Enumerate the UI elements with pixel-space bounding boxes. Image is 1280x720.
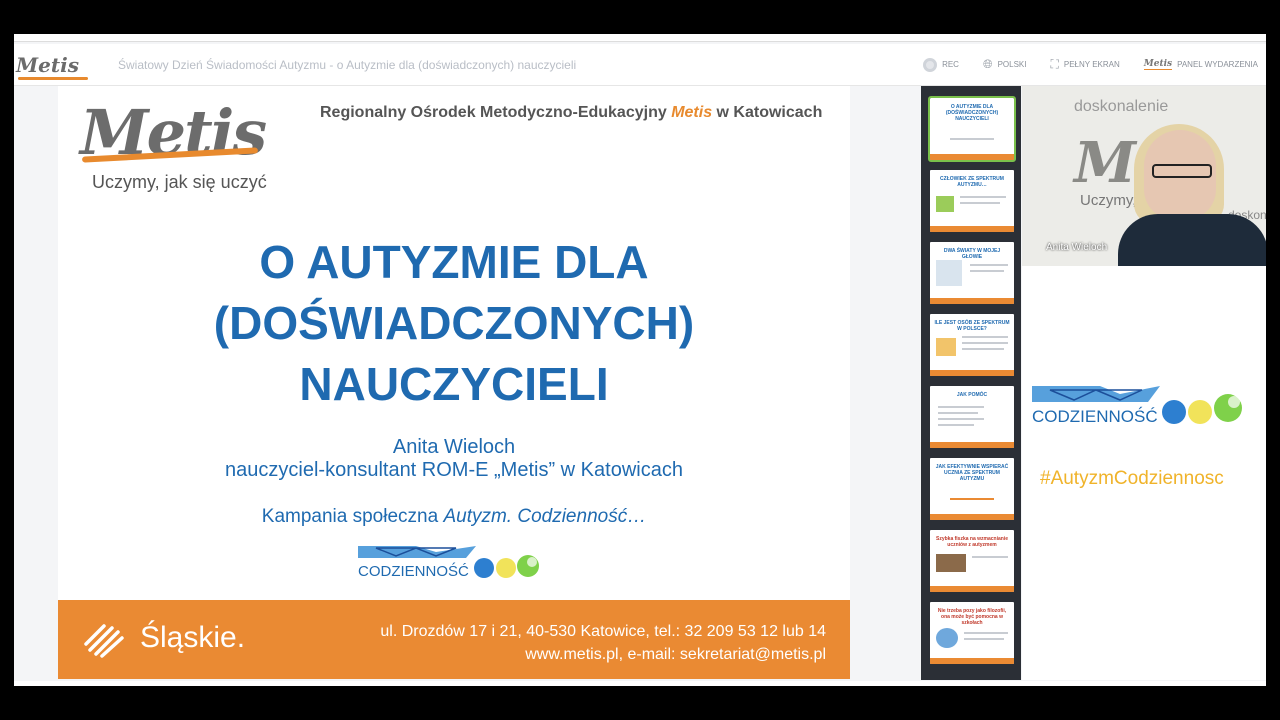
slide-campaign: Kampania społeczna Autyzm. Codzienność… — [58, 506, 850, 528]
fullscreen-label: PEŁNY EKRAN — [1063, 60, 1120, 69]
org-suffix: w Katowicach — [712, 104, 823, 121]
participant-video[interactable]: doskonalenie M Uczymy, j doskon Anita Wi… — [1022, 86, 1266, 266]
language-button[interactable]: 🌐︎ POLSKI — [983, 57, 1027, 72]
slide-author: Anita Wieloch nauczyciel-konsultant ROM-… — [58, 436, 850, 482]
metis-icon: Metis — [1143, 59, 1173, 70]
event-panel-label: PANEL WYDARZENIA — [1177, 60, 1258, 69]
org-brand: Metis — [671, 104, 713, 121]
rec-label: REC — [942, 60, 959, 69]
thumbnail-title: JAK POMÓC — [956, 392, 988, 398]
slide-thumbnail[interactable]: JAK POMÓC — [930, 386, 1014, 448]
slide-thumbnail[interactable]: ILE JEST OSÓB ZE SPEKTRUM W POLSCE? — [930, 314, 1014, 376]
thumbnail-title: JAK EFEKTYWNIE WSPIERAĆ UCZNIA ZE SPEKTR… — [935, 464, 1009, 482]
thumbnail-title: Nie trzeba pozy jako filozofii, ona może… — [937, 608, 1007, 626]
org-prefix: Regionalny Ośrodek Metodyczno-Edukacyjny — [320, 104, 672, 121]
event-panel-button[interactable]: Metis PANEL WYDARZENIA — [1143, 59, 1258, 70]
video-bg-word: doskonalenie — [1074, 98, 1169, 115]
video-bg-logo: M — [1074, 130, 1136, 196]
glasses — [1152, 164, 1212, 178]
slide-thumbnail[interactable]: O AUTYZMIE DLA (DOŚWIADCZONYCH) NAUCZYCI… — [928, 96, 1016, 162]
slide-thumbnail[interactable]: CZŁOWIEK ZE SPEKTRUM AUTYZMU… — [930, 170, 1014, 232]
author-name: Anita Wieloch — [392, 436, 516, 458]
campaign-prefix: Kampania społeczna — [261, 506, 444, 527]
title-line: (DOŚWIADCZONYCH) — [213, 297, 695, 349]
slide-thumbnail[interactable]: Szybka fiszka na wzmacnianie uczniów z a… — [930, 530, 1014, 592]
thumbnail-title: Szybka fiszka na wzmacnianie uczniów z a… — [936, 536, 1008, 548]
rec-toggle[interactable]: REC — [923, 57, 959, 72]
footer-contact: ul. Drozdów 17 i 21, 40-530 Katowice, te… — [380, 620, 826, 666]
event-header: Metis Światowy Dzień Świadomości Autyzmu… — [14, 44, 1266, 86]
fullscreen-button[interactable]: ⛶ PEŁNY EKRAN — [1050, 57, 1119, 72]
slide-footer: Śląskie. ul. Drozdów 17 i 21, 40-530 Kat… — [58, 600, 850, 679]
bottom-border — [14, 681, 1266, 686]
slide-thumbnail[interactable]: JAK EFEKTYWNIE WSPIERAĆ UCZNIA ZE SPEKTR… — [930, 458, 1014, 520]
campaign-sidebar-logo: CODZIENNOŚĆ — [1032, 386, 1242, 426]
thumbnail-title: DWA ŚWIATY W MOJEJ GŁOWIE — [943, 248, 1001, 260]
toggle-icon — [923, 57, 938, 72]
slaskie-brand: Śląskie. — [82, 618, 245, 658]
footer-web-email: www.metis.pl, e-mail: sekretariat@metis.… — [525, 646, 826, 663]
campaign-sidebar: CODZIENNOŚĆ #AutyzmCodziennosc — [1022, 266, 1266, 680]
language-label: POLSKI — [997, 60, 1027, 69]
author-role: nauczyciel-konsultant ROM-E „Metis” w Ka… — [225, 459, 683, 481]
slide-thumbnail[interactable]: DWA ŚWIATY W MOJEJ GŁOWIE — [930, 242, 1014, 304]
thumbnail-title: CZŁOWIEK ZE SPEKTRUM AUTYZMU… — [940, 176, 1004, 188]
slide-thumbnails-panel[interactable]: O AUTYZMIE DLA (DOŚWIADCZONYCH) NAUCZYCI… — [921, 86, 1021, 680]
thumbnail-title: ILE JEST OSÓB ZE SPEKTRUM W POLSCE? — [934, 320, 1010, 332]
slide-tagline: Uczymy, jak się uczyć — [92, 172, 267, 192]
thumbnail-title: O AUTYZMIE DLA (DOŚWIADCZONYCH) NAUCZYCI… — [945, 104, 999, 122]
footer-address: ul. Drozdów 17 i 21, 40-530 Katowice, te… — [380, 623, 826, 640]
globe-icon: 🌐︎ — [982, 57, 993, 71]
event-title: Światowy Dzień Świadomości Autyzmu - o A… — [118, 57, 577, 72]
slide-thumbnail[interactable]: Nie trzeba pozy jako filozofii, ona może… — [930, 602, 1014, 664]
slide-title: O AUTYZMIE DLA (DOŚWIADCZONYCH) NAUCZYCI… — [58, 232, 850, 415]
title-line: NAUCZYCIELI — [299, 358, 609, 410]
slaskie-icon — [84, 624, 124, 658]
campaign-logo-text: CODZIENNOŚĆ — [358, 562, 469, 580]
campaign-hashtag[interactable]: #AutyzmCodziennosc — [1040, 468, 1224, 490]
sidebar-logo-text: CODZIENNOŚĆ — [1032, 407, 1158, 426]
slaskie-label: Śląskie. — [140, 621, 246, 654]
slide-organization: Regionalny Ośrodek Metodyczno-Edukacyjny… — [320, 104, 822, 122]
metis-logo[interactable]: Metis — [14, 53, 114, 80]
participant-name: Anita Wieloch — [1046, 242, 1108, 253]
fullscreen-icon: ⛶ — [1050, 57, 1059, 71]
campaign-logo: CODZIENNOŚĆ — [358, 546, 539, 580]
title-line: O AUTYZMIE DLA — [259, 236, 649, 288]
campaign-name: Autyzm. Codzienność… — [443, 506, 647, 527]
browser-strip — [14, 34, 1266, 42]
participant-body — [1118, 214, 1266, 266]
presentation-slide: Metis Uczymy, jak się uczyć Regionalny O… — [58, 86, 850, 679]
